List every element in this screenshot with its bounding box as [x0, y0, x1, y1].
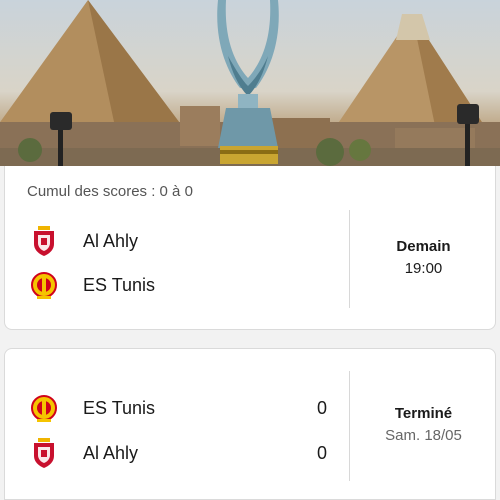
- team-row: Al Ahly 0: [5, 438, 345, 468]
- team-name: Al Ahly: [83, 230, 139, 251]
- match-card-upcoming[interactable]: Cumul des scores : 0 à 0 Al Ahly ES Tuni…: [4, 166, 496, 330]
- status-label: Terminé: [394, 405, 453, 422]
- status-label: Demain: [396, 238, 451, 255]
- match-status: Demain 19:00: [350, 236, 497, 280]
- kickoff-time: 19:00: [404, 260, 443, 277]
- aggregate-score-label: Cumul des scores : 0 à 0: [27, 183, 193, 200]
- es-tunis-crest-icon: [31, 393, 57, 423]
- trophy-pyramids-illustration: [0, 0, 500, 166]
- es-tunis-crest-icon: [31, 270, 57, 300]
- match-date: Sam. 18/05: [385, 427, 462, 444]
- match-status: Terminé Sam. 18/05: [350, 403, 497, 447]
- header-image: [0, 0, 500, 166]
- team-name: Al Ahly: [83, 442, 139, 463]
- team-name: ES Tunis: [83, 397, 156, 418]
- match-card-finished[interactable]: ES Tunis 0 Al Ahly 0 Terminé Sam. 18/05: [4, 348, 496, 500]
- team-row: ES Tunis: [5, 270, 345, 300]
- team-row: Al Ahly: [5, 226, 345, 256]
- team-row: ES Tunis 0: [5, 393, 345, 423]
- al-ahly-crest-icon: [31, 438, 57, 468]
- team-score: 0: [316, 397, 327, 418]
- team-score: 0: [316, 442, 327, 463]
- al-ahly-crest-icon: [31, 226, 57, 256]
- team-name: ES Tunis: [83, 274, 156, 295]
